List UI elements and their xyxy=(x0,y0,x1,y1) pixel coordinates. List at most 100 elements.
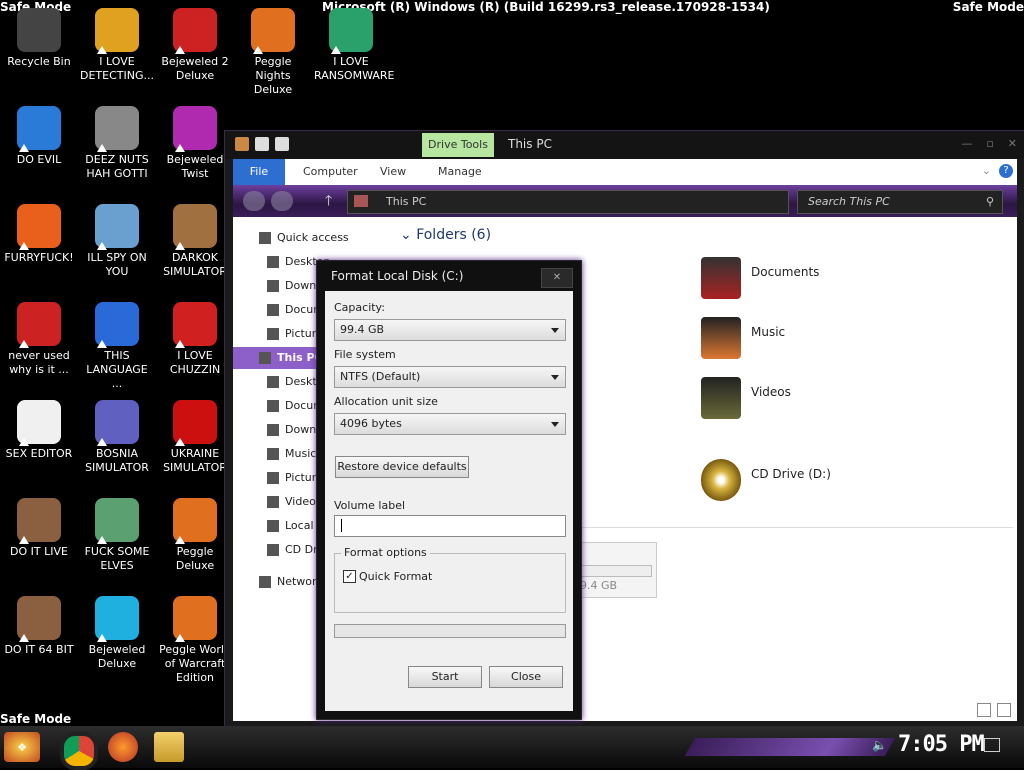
desktop-icon[interactable]: Bejeweled Twist xyxy=(156,106,234,181)
new-folder-icon[interactable] xyxy=(275,137,289,151)
folders-header-text: Folders (6) xyxy=(416,227,492,243)
hxd-icon xyxy=(17,400,61,446)
dialog-close-button[interactable]: ✕ xyxy=(541,268,573,288)
tab-file[interactable]: File xyxy=(233,159,285,185)
properties-icon[interactable] xyxy=(255,137,269,151)
search-icon[interactable]: ⚲ xyxy=(986,191,994,213)
quick-format-label: Quick Format xyxy=(359,570,433,583)
desktop-icon-label: never used why is it ... xyxy=(8,349,70,376)
explorer-icon[interactable] xyxy=(154,732,184,762)
large-icons-view-icon[interactable] xyxy=(997,703,1011,717)
desktop-icon-label: THIS LANGUAGE ... xyxy=(86,349,148,390)
checkbox-check-icon[interactable]: ✓ xyxy=(343,570,356,583)
tab-view[interactable]: View xyxy=(380,159,406,185)
desktop-icon-label: I LOVE DETECTING... xyxy=(80,55,154,82)
collapse-chevron-icon[interactable]: ⌄ xyxy=(400,227,412,243)
up-arrow-icon[interactable]: 🡑 xyxy=(325,190,332,214)
back-button[interactable] xyxy=(243,191,265,211)
desktop-icon-label: DARKOK SIMULATOR xyxy=(163,251,227,278)
capacity-select[interactable]: 99.4 GB xyxy=(334,319,566,341)
chrome-icon[interactable] xyxy=(60,732,98,770)
help-icon[interactable]: ? xyxy=(999,164,1013,178)
desktop-icon[interactable]: Bejeweled 2 Deluxe xyxy=(156,8,234,83)
desktop-icon[interactable]: Recycle Bin xyxy=(0,8,78,69)
details-view-icon[interactable] xyxy=(977,703,991,717)
radiation-icon xyxy=(173,400,217,446)
explorer-titlebar: Drive Tools This PC — ▫ ✕ xyxy=(225,131,1024,159)
desktop-icon[interactable]: never used why is it ... xyxy=(0,302,78,377)
desktop-icon-label: Peggle World of Warcraft Edition xyxy=(159,643,231,684)
tab-computer[interactable]: Computer xyxy=(303,159,358,185)
desktop-icon[interactable]: DARKOK SIMULATOR xyxy=(156,204,234,279)
start-button[interactable]: Start xyxy=(408,666,482,688)
folder-icon[interactable] xyxy=(235,137,249,151)
search-input[interactable]: Search This PC ⚲ xyxy=(797,190,1003,214)
publisher-icon xyxy=(329,8,373,54)
notification-center-icon[interactable] xyxy=(984,738,1000,752)
chevron-down-icon xyxy=(551,328,559,333)
maximize-button[interactable]: ▫ xyxy=(986,137,993,150)
shortcut-arrow-icon xyxy=(175,340,185,348)
chuzzle-icon xyxy=(173,302,217,348)
format-dialog: Format Local Disk (C:) ✕ Capacity: 99.4 … xyxy=(316,260,582,720)
drive-tools-tab[interactable]: Drive Tools xyxy=(422,133,494,157)
alloc-value: 4096 bytes xyxy=(340,417,402,430)
desktop-icon[interactable]: Bejeweled Deluxe xyxy=(78,596,156,671)
folders-header[interactable]: ⌄ Folders (6) xyxy=(400,227,491,243)
nav-pc-music-label: Music xyxy=(285,447,317,460)
disk-usage-bar xyxy=(580,565,652,577)
peggle-wow-icon xyxy=(173,596,217,642)
desktop-icon[interactable]: UKRAINE SIMULATOR xyxy=(156,400,234,475)
nav-cd-drive-icon xyxy=(267,544,279,556)
shortcut-arrow-icon xyxy=(19,634,29,642)
close-window-button[interactable]: ✕ xyxy=(1008,137,1017,150)
format-progress-bar xyxy=(334,624,566,638)
restore-defaults-button[interactable]: Restore device defaults xyxy=(335,456,469,478)
dev-cpp-icon xyxy=(17,302,61,348)
start-orb-icon[interactable]: ❖ xyxy=(4,732,40,762)
desktop-icon-label: Recycle Bin xyxy=(7,55,71,68)
desktop-icon[interactable]: BOSNIA SIMULATOR xyxy=(78,400,156,475)
tab-manage[interactable]: Manage xyxy=(438,159,482,185)
desktop-icon[interactable]: Peggle Nights Deluxe xyxy=(234,8,312,97)
nav-quick-access[interactable]: Quick access xyxy=(233,227,393,249)
ribbon-expand-icon[interactable]: ⌄ xyxy=(982,164,991,177)
close-button[interactable]: Close xyxy=(489,666,563,688)
desktop-icon[interactable]: Peggle Deluxe xyxy=(156,498,234,573)
nav-pc-music-icon xyxy=(267,448,279,460)
nav-this-pc-icon xyxy=(259,352,271,364)
desktop-icon[interactable]: FUCK SOME ELVES xyxy=(78,498,156,573)
detect-it-easy-icon xyxy=(95,8,139,54)
format-options-label: Format options xyxy=(341,546,430,559)
desktop-icon[interactable]: DO EVIL xyxy=(0,106,78,167)
desktop-icon[interactable]: SEX EDITOR xyxy=(0,400,78,461)
desktop-icon[interactable]: DEEZ NUTS HAH GOTTI xyxy=(78,106,156,181)
capacity-value: 99.4 GB xyxy=(340,323,385,336)
desktop-icon[interactable]: DO IT LIVE xyxy=(0,498,78,559)
quick-format-checkbox[interactable]: ✓ Quick Format xyxy=(343,570,432,583)
firefox-icon[interactable] xyxy=(108,732,138,762)
desktop-icon[interactable]: FURRYFUCK! xyxy=(0,204,78,265)
volume-label-input[interactable] xyxy=(334,515,566,537)
desktop-icon[interactable]: I LOVE CHUZZIN xyxy=(156,302,234,377)
local-disk-tile[interactable]: 9.4 GB xyxy=(573,542,657,598)
desktop-icon[interactable]: ILL SPY ON YOU xyxy=(78,204,156,279)
forward-button[interactable] xyxy=(271,191,293,211)
clock[interactable]: 7:05 PM xyxy=(898,732,985,757)
address-box[interactable]: This PC xyxy=(347,190,789,214)
filesystem-select[interactable]: NTFS (Default) xyxy=(334,366,566,388)
desktop-icon[interactable]: I LOVE RANSOMWARE xyxy=(312,8,394,83)
capacity-label: Capacity: xyxy=(334,301,385,314)
drive-free-space: 9.4 GB xyxy=(580,579,618,592)
volume-muted-icon[interactable]: 🔈 xyxy=(872,738,887,752)
nav-downloads-icon xyxy=(267,280,279,292)
shortcut-arrow-icon xyxy=(175,242,185,250)
shortcut-arrow-icon xyxy=(175,438,185,446)
desktop-icon[interactable]: DO IT 64 BIT xyxy=(0,596,78,657)
minimize-button[interactable]: — xyxy=(961,137,972,150)
desktop-icon[interactable]: Peggle World of Warcraft Edition xyxy=(156,596,234,685)
desktop-icon[interactable]: I LOVE DETECTING... xyxy=(78,8,156,83)
desktop-icon[interactable]: THIS LANGUAGE ... xyxy=(78,302,156,391)
alloc-select[interactable]: 4096 bytes xyxy=(334,413,566,435)
portrait-64-icon xyxy=(17,596,61,642)
